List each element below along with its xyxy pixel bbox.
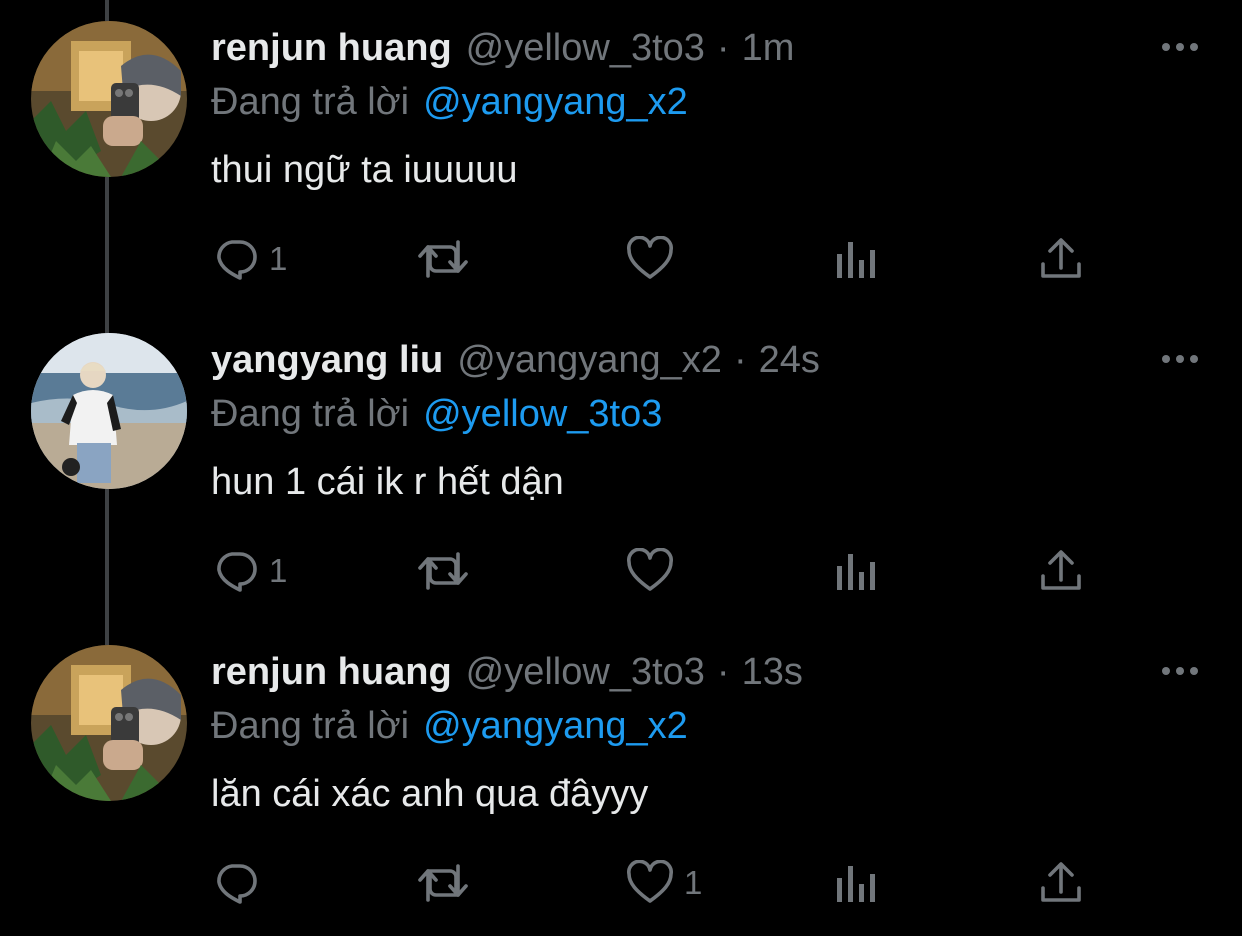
share-button[interactable] xyxy=(1038,234,1084,284)
replying-to-label: Đang trả lời xyxy=(211,81,410,123)
mention-link[interactable]: @yangyang_x2 xyxy=(423,705,688,747)
views-button[interactable] xyxy=(834,546,878,596)
tweet[interactable]: renjun huang @yellow_3to3 · 1m Đang trả … xyxy=(0,0,1242,312)
tweet-header: renjun huang @yellow_3to3 · 1m xyxy=(211,22,794,74)
avatar[interactable] xyxy=(31,21,187,177)
reply-count: 1 xyxy=(269,552,288,589)
share-icon xyxy=(1038,236,1084,282)
tweet[interactable]: renjun huang @yellow_3to3 · 13s Đang trả… xyxy=(0,624,1242,936)
share-button[interactable] xyxy=(1038,546,1084,596)
tweet-text: thui ngữ ta iuuuuu xyxy=(211,149,518,191)
views-button[interactable] xyxy=(834,858,878,908)
mention-link[interactable]: @yangyang_x2 xyxy=(423,81,688,123)
replying-to: Đang trả lời @yangyang_x2 xyxy=(211,76,688,128)
timestamp[interactable]: 24s xyxy=(759,334,820,386)
tweet-header: renjun huang @yellow_3to3 · 13s xyxy=(211,646,803,698)
heart-icon xyxy=(626,860,674,906)
reply-count: 1 xyxy=(269,240,288,277)
separator-dot: · xyxy=(733,339,747,381)
reply-icon xyxy=(213,860,259,906)
tweet-text: lăn cái xác anh qua đâyyy xyxy=(211,773,649,815)
like-button[interactable] xyxy=(626,234,684,284)
display-name[interactable]: renjun huang xyxy=(211,22,452,74)
username[interactable]: @yangyang_x2 xyxy=(457,334,722,386)
replying-to-label: Đang trả lời xyxy=(211,705,410,747)
tweet-text: hun 1 cái ik r hết dận xyxy=(211,461,564,503)
reply-icon xyxy=(213,548,259,594)
reply-button[interactable]: 1 xyxy=(213,234,287,284)
mention-link[interactable]: @yellow_3to3 xyxy=(423,393,662,435)
reply-icon xyxy=(213,236,259,282)
more-icon[interactable] xyxy=(1158,32,1202,62)
replying-to: Đang trả lời @yangyang_x2 xyxy=(211,700,688,752)
like-button[interactable]: 1 xyxy=(626,858,702,908)
tweet-header: yangyang liu @yangyang_x2 · 24s xyxy=(211,334,820,386)
reply-button[interactable] xyxy=(213,858,269,908)
replying-to: Đang trả lời @yellow_3to3 xyxy=(211,388,662,440)
heart-icon xyxy=(626,548,674,594)
heart-icon xyxy=(626,236,674,282)
tweet[interactable]: yangyang liu @yangyang_x2 · 24s Đang trả… xyxy=(0,312,1242,624)
share-button[interactable] xyxy=(1038,858,1084,908)
share-icon xyxy=(1038,860,1084,906)
avatar[interactable] xyxy=(31,333,187,489)
display-name[interactable]: yangyang liu xyxy=(211,334,443,386)
reply-button[interactable]: 1 xyxy=(213,546,287,596)
separator-dot: · xyxy=(716,27,730,69)
retweet-icon xyxy=(414,236,472,282)
timestamp[interactable]: 13s xyxy=(742,646,803,698)
retweet-button[interactable] xyxy=(414,546,482,596)
replying-to-label: Đang trả lời xyxy=(211,393,410,435)
retweet-icon xyxy=(414,548,472,594)
share-icon xyxy=(1038,548,1084,594)
views-button[interactable] xyxy=(834,234,878,284)
timestamp[interactable]: 1m xyxy=(742,22,795,74)
separator-dot: · xyxy=(716,651,730,693)
username[interactable]: @yellow_3to3 xyxy=(466,646,705,698)
display-name[interactable]: renjun huang xyxy=(211,646,452,698)
like-count: 1 xyxy=(684,864,703,901)
retweet-icon xyxy=(414,860,472,906)
retweet-button[interactable] xyxy=(414,858,482,908)
username[interactable]: @yellow_3to3 xyxy=(466,22,705,74)
more-icon[interactable] xyxy=(1158,344,1202,374)
like-button[interactable] xyxy=(626,546,684,596)
avatar[interactable] xyxy=(31,645,187,801)
retweet-button[interactable] xyxy=(414,234,482,284)
more-icon[interactable] xyxy=(1158,656,1202,686)
views-icon xyxy=(834,236,878,282)
views-icon xyxy=(834,548,878,594)
views-icon xyxy=(834,860,878,906)
